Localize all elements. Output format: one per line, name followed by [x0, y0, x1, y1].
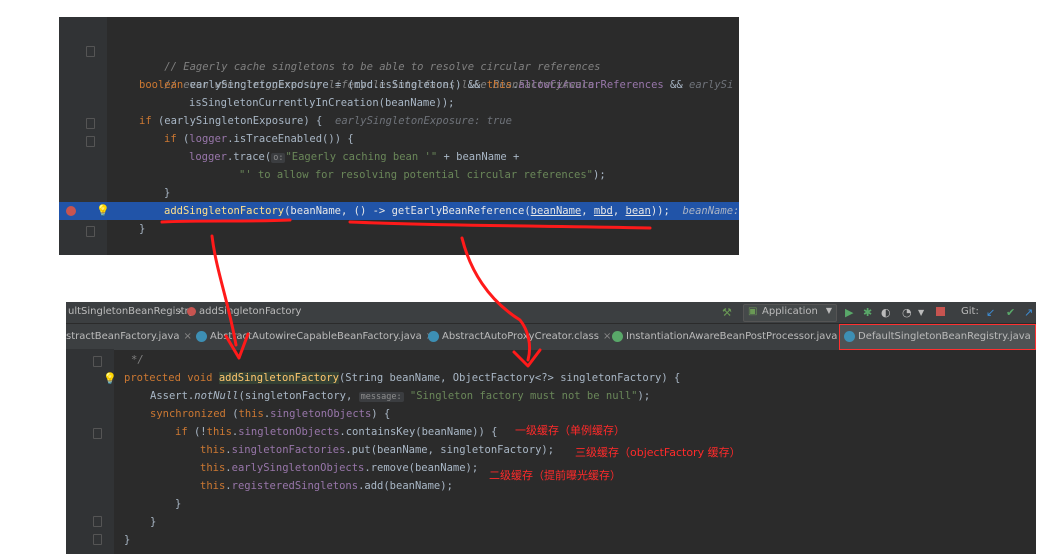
underline-stroke: [160, 218, 292, 224]
underline-stroke: [348, 220, 652, 230]
arrow-stroke: [210, 234, 238, 347]
arrow-stroke: [460, 236, 532, 362]
annotation-overlay: [160, 218, 652, 368]
